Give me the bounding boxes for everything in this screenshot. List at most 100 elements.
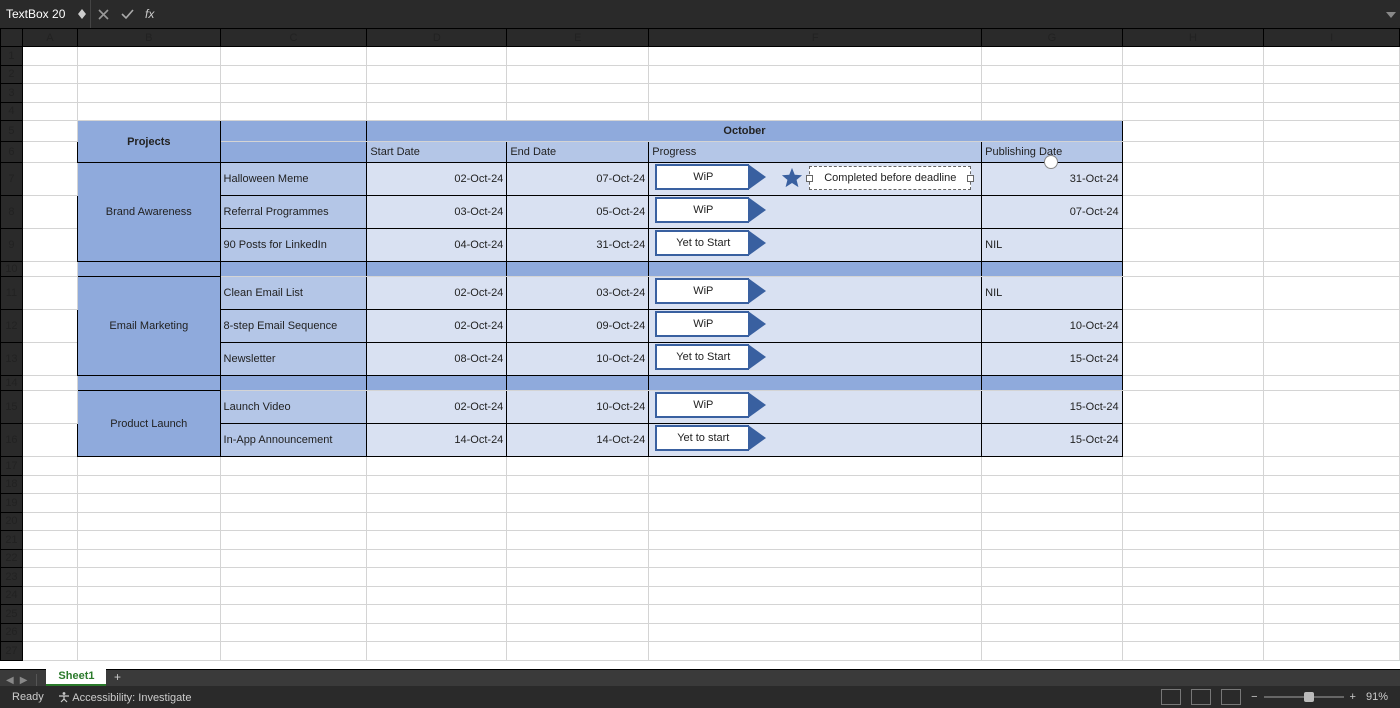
cell[interactable]: 02-Oct-24 [367, 277, 507, 310]
cell[interactable] [22, 642, 77, 661]
cell[interactable]: Halloween Meme [220, 163, 367, 196]
cell[interactable] [649, 642, 982, 661]
zoom-in-icon[interactable]: + [1350, 691, 1356, 703]
cell[interactable] [1264, 163, 1400, 196]
cell[interactable] [982, 568, 1123, 587]
progress-shape[interactable]: WiP [655, 280, 766, 302]
cell[interactable] [220, 568, 367, 587]
cell[interactable] [22, 586, 77, 605]
row-header[interactable]: 8 [1, 196, 23, 229]
cell[interactable]: Progress [649, 142, 982, 163]
cell[interactable]: Yet to start [649, 424, 982, 457]
col-header[interactable]: A [22, 29, 77, 47]
cell[interactable] [22, 65, 77, 84]
cell[interactable] [1122, 512, 1264, 531]
cell[interactable]: 04-Oct-24 [367, 229, 507, 262]
cell[interactable] [1122, 457, 1264, 476]
cell[interactable] [1264, 605, 1400, 624]
cell[interactable] [982, 65, 1123, 84]
cell[interactable] [367, 102, 507, 121]
next-sheet-icon[interactable]: ▶ [20, 675, 28, 686]
zoom-slider[interactable]: − + [1251, 691, 1356, 703]
cell[interactable] [507, 457, 649, 476]
cell[interactable] [367, 568, 507, 587]
cell[interactable]: WiP [649, 310, 982, 343]
spreadsheet-grid[interactable]: ABCDEFGHI12345ProjectsOctober6Start Date… [0, 28, 1400, 670]
cell[interactable] [220, 142, 367, 163]
progress-shape[interactable]: WiP [655, 199, 766, 221]
cell[interactable] [367, 494, 507, 513]
col-header[interactable]: D [367, 29, 507, 47]
cell[interactable] [1264, 457, 1400, 476]
cell[interactable] [220, 642, 367, 661]
cell[interactable] [22, 457, 77, 476]
cell[interactable] [982, 586, 1123, 605]
cell[interactable] [22, 512, 77, 531]
cell[interactable]: End Date [507, 142, 649, 163]
progress-shape[interactable]: WiP [655, 394, 766, 416]
cell[interactable] [78, 568, 220, 587]
cell[interactable] [982, 376, 1123, 391]
cell[interactable] [1264, 84, 1400, 103]
cell[interactable] [220, 605, 367, 624]
cell[interactable] [367, 262, 507, 277]
cell[interactable] [1264, 586, 1400, 605]
cell[interactable]: Launch Video [220, 391, 367, 424]
cell[interactable]: 31-Oct-24 [507, 229, 649, 262]
cell[interactable] [1264, 512, 1400, 531]
row-header[interactable]: 19 [1, 494, 23, 513]
cell[interactable] [1264, 196, 1400, 229]
cell[interactable]: 15-Oct-24 [982, 424, 1123, 457]
cell[interactable] [1122, 196, 1264, 229]
cell[interactable] [982, 84, 1123, 103]
cell[interactable] [220, 121, 367, 142]
cell[interactable] [220, 47, 367, 66]
cell[interactable] [367, 642, 507, 661]
cell[interactable] [78, 605, 220, 624]
progress-shape[interactable]: WiP [655, 166, 766, 188]
cell[interactable] [507, 623, 649, 642]
textbox-completed[interactable]: Completed before deadline [809, 166, 971, 190]
row-header[interactable]: 9 [1, 229, 23, 262]
cell[interactable] [78, 642, 220, 661]
cell[interactable] [1264, 262, 1400, 277]
cell[interactable] [1264, 549, 1400, 568]
cell[interactable] [22, 47, 77, 66]
cell[interactable] [1264, 494, 1400, 513]
cell[interactable] [649, 494, 982, 513]
cell[interactable] [507, 262, 649, 277]
cell[interactable] [22, 424, 77, 457]
page-break-view-icon[interactable] [1221, 689, 1241, 705]
cell[interactable] [507, 531, 649, 550]
cell[interactable] [367, 457, 507, 476]
cell[interactable]: 09-Oct-24 [507, 310, 649, 343]
formula-input[interactable] [160, 0, 1382, 29]
col-header[interactable]: E [507, 29, 649, 47]
cell[interactable] [1122, 494, 1264, 513]
cell[interactable] [22, 343, 77, 376]
name-box-stepper-icon[interactable] [78, 9, 86, 19]
row-header[interactable]: 7 [1, 163, 23, 196]
cell[interactable] [982, 457, 1123, 476]
cell[interactable] [22, 310, 77, 343]
cell[interactable] [367, 586, 507, 605]
cell[interactable] [1122, 262, 1264, 277]
cell[interactable] [982, 47, 1123, 66]
cell[interactable] [1122, 142, 1264, 163]
cell[interactable] [982, 549, 1123, 568]
cell[interactable] [367, 65, 507, 84]
cell[interactable] [220, 102, 367, 121]
cell[interactable] [1122, 229, 1264, 262]
cell[interactable] [22, 229, 77, 262]
cell[interactable] [22, 623, 77, 642]
cell[interactable] [1264, 391, 1400, 424]
cell[interactable]: WiP Completed before deadline [649, 163, 982, 196]
cell[interactable] [649, 376, 982, 391]
cell[interactable] [367, 605, 507, 624]
cell[interactable]: 02-Oct-24 [367, 391, 507, 424]
page-layout-view-icon[interactable] [1191, 689, 1211, 705]
cell[interactable] [1122, 642, 1264, 661]
col-header[interactable]: G [982, 29, 1123, 47]
cell[interactable] [649, 457, 982, 476]
cell[interactable] [220, 512, 367, 531]
